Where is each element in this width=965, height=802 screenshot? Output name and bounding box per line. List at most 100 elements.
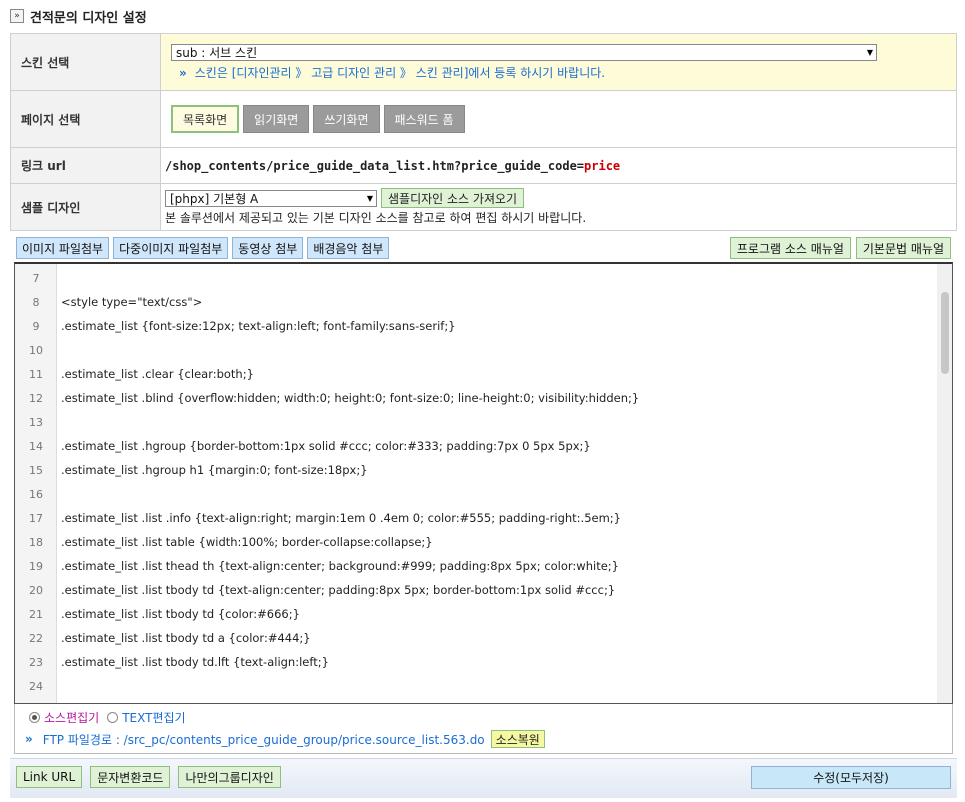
code-line: 17 .estimate_list .list .info {text-align…	[15, 506, 935, 530]
line-number: 7	[32, 271, 40, 285]
line-text: .estimate_list .list tbody td a {color:#…	[61, 631, 311, 645]
editor-options: 소스편집기 TEXT편집기 » FTP 파일경로 : /src_pc/conte…	[14, 704, 953, 754]
my-group-design-button[interactable]: 나만의그룹디자인	[178, 766, 281, 788]
image-attach-button[interactable]: 이미지 파일첨부	[16, 237, 110, 259]
skin-row: 스킨 선택 sub : 서브 스킨 ▼ » 스킨은 [디자인관리 》 고급 디자인…	[10, 33, 957, 91]
dropdown-arrow-icon: ▼	[366, 193, 373, 203]
sample-description: 본 솔루션에서 제공되고 있는 기본 디자인 소스를 참고로 하여 편집 하시기…	[165, 211, 587, 225]
video-attach-button[interactable]: 동영상 첨부	[232, 237, 304, 259]
line-number: 10	[29, 343, 43, 357]
link-url-button[interactable]: Link URL	[16, 766, 83, 788]
link-value-cell: /shop_contents/price_guide_data_list.htm…	[160, 147, 957, 184]
code-line: 22 .estimate_list .list tbody td a {color…	[15, 626, 935, 650]
manual-buttons: 프로그램 소스 매뉴얼 기본문법 매뉴얼	[729, 237, 951, 259]
tab-read-view[interactable]: 읽기화면	[243, 105, 310, 133]
line-number: 21	[29, 607, 43, 621]
code-line: 18 .estimate_list .list table {width:100%…	[15, 530, 935, 554]
code-editor[interactable]: 7 8 <style type="text/css"> 9 .estimate_list…	[14, 262, 953, 704]
sample-select[interactable]: [phpx] 기본형 A ▼	[165, 189, 377, 207]
line-number: 15	[29, 463, 43, 477]
sample-label: 샘플 디자인	[10, 183, 161, 231]
line-text: .estimate_list .blind {overflow:hidden; …	[61, 391, 640, 405]
line-text: .estimate_list .list .info {text-align:r…	[61, 511, 621, 525]
code-line: 16	[15, 482, 935, 506]
editor-mode-group: 소스편집기 TEXT편집기	[29, 709, 186, 726]
line-number: 16	[29, 487, 43, 501]
double-chevron-right-icon: »	[10, 9, 24, 23]
link-url-path: /shop_contents/price_guide_data_list.htm…	[165, 158, 585, 173]
sample-controls: [phpx] 기본형 A ▼ 샘플디자인 소스 가져오기	[165, 188, 956, 208]
line-number: 12	[29, 391, 43, 405]
line-number: 22	[29, 631, 43, 645]
line-number: 14	[29, 439, 43, 453]
text-editor-radio[interactable]	[107, 712, 119, 723]
hint-bullet-icon: »	[179, 65, 187, 80]
line-number: 23	[29, 655, 43, 669]
settings-table: 스킨 선택 sub : 서브 스킨 ▼ » 스킨은 [디자인관리 》 고급 디자인…	[10, 33, 957, 231]
line-number: 19	[29, 559, 43, 573]
sample-value-cell: [phpx] 기본형 A ▼ 샘플디자인 소스 가져오기 본 솔루션에서 제공되…	[160, 183, 957, 231]
code-line: 12 .estimate_list .blind {overflow:hidden…	[15, 386, 935, 410]
vertical-scrollbar[interactable]	[937, 264, 952, 703]
page-label: 페이지 선택	[10, 90, 161, 148]
skin-hint: » 스킨은 [디자인관리 》 고급 디자인 관리 》 스킨 관리]에서 등록 하시…	[179, 64, 956, 81]
code-line: 14 .estimate_list .hgroup {border-bottom:…	[15, 434, 935, 458]
restore-source-button[interactable]: 소스복원	[490, 730, 545, 748]
line-number: 13	[29, 415, 43, 429]
code-line: 21 .estimate_list .list tbody td {color:#…	[15, 602, 935, 626]
syntax-manual-button[interactable]: 기본문법 매뉴얼	[855, 237, 951, 259]
text-editor-label[interactable]: TEXT편집기	[122, 709, 185, 726]
code-line: 10	[15, 338, 935, 362]
line-number: 11	[29, 367, 43, 381]
source-editor-label[interactable]: 소스편집기	[44, 709, 99, 726]
line-number: 18	[29, 535, 43, 549]
line-number: 9	[32, 319, 40, 333]
code-line: 9 .estimate_list {font-size:12px; text-al…	[15, 314, 935, 338]
line-number: 17	[29, 511, 43, 525]
line-number: 8	[32, 295, 40, 309]
program-manual-button[interactable]: 프로그램 소스 매뉴얼	[729, 237, 851, 259]
ftp-path: » FTP 파일경로 : /src_pc/contents_price_guid…	[25, 730, 545, 748]
footer-left-buttons: Link URL 문자변환코드 나만의그룹디자인	[16, 766, 281, 788]
page-header: » 견적문의 디자인 설정	[10, 6, 147, 26]
skin-select-value: sub : 서브 스킨	[176, 45, 258, 60]
footer-right: 수정(모두저장)	[751, 766, 951, 789]
attach-buttons: 이미지 파일첨부 다중이미지 파일첨부 동영상 첨부 배경음악 첨부	[16, 237, 390, 259]
sample-row: 샘플 디자인 [phpx] 기본형 A ▼ 샘플디자인 소스 가져오기 본 솔루…	[10, 183, 957, 231]
code-line: 15 .estimate_list .hgroup h1 {margin:0; f…	[15, 458, 935, 482]
link-url-code: price	[584, 158, 621, 173]
line-text: .estimate_list .hgroup h1 {margin:0; fon…	[61, 463, 368, 477]
skin-label: 스킨 선택	[10, 33, 161, 91]
line-text: .estimate_list {font-size:12px; text-ali…	[61, 319, 456, 333]
scrollbar-thumb[interactable]	[941, 292, 949, 374]
code-line: 23 .estimate_list .list tbody td.lft {tex…	[15, 650, 935, 674]
page-row: 페이지 선택 목록화면 읽기화면 쓰기화면 패스워드 폼	[10, 90, 957, 148]
code-line: 8 <style type="text/css">	[15, 290, 935, 314]
link-url-text: /shop_contents/price_guide_data_list.htm…	[165, 159, 620, 173]
tab-list-view[interactable]: 목록화면	[171, 105, 240, 133]
save-all-button[interactable]: 수정(모두저장)	[751, 766, 951, 789]
line-text: .estimate_list .list tbody td.lft {text-…	[61, 655, 329, 669]
line-text: .estimate_list .clear {clear:both;}	[61, 367, 254, 381]
multi-image-attach-button[interactable]: 다중이미지 파일첨부	[113, 237, 229, 259]
char-convert-button[interactable]: 문자변환코드	[90, 766, 171, 788]
skin-value-cell: sub : 서브 스킨 ▼ » 스킨은 [디자인관리 》 고급 디자인 관리 》 …	[160, 33, 957, 91]
ftp-path-text: FTP 파일경로 : /src_pc/contents_price_guide_…	[42, 732, 485, 747]
code-line: 7	[15, 266, 935, 290]
skin-select[interactable]: sub : 서브 스킨 ▼	[171, 43, 877, 61]
line-text: <style type="text/css">	[61, 295, 203, 309]
bgm-attach-button[interactable]: 배경음악 첨부	[307, 237, 390, 259]
page-value-cell: 목록화면 읽기화면 쓰기화면 패스워드 폼	[160, 90, 957, 148]
tab-write-view[interactable]: 쓰기화면	[313, 105, 380, 133]
tab-password-form[interactable]: 패스워드 폼	[383, 105, 465, 133]
line-text: .estimate_list .list tbody td {color:#66…	[61, 607, 300, 621]
code-line: 11 .estimate_list .clear {clear:both;}	[15, 362, 935, 386]
link-row: 링크 url /shop_contents/price_guide_data_l…	[10, 147, 957, 184]
sample-select-value: [phpx] 기본형 A	[170, 191, 259, 206]
editor-toolbar: 이미지 파일첨부 다중이미지 파일첨부 동영상 첨부 배경음악 첨부 프로그램 …	[16, 237, 951, 259]
ftp-bullet-icon: »	[25, 732, 33, 746]
code-line: 19 .estimate_list .list thead th {text-al…	[15, 554, 935, 578]
fetch-sample-button[interactable]: 샘플디자인 소스 가져오기	[381, 188, 525, 208]
source-editor-radio[interactable]	[29, 712, 40, 723]
skin-hint-text: 스킨은 [디자인관리 》 고급 디자인 관리 》 스킨 관리]에서 등록 하시기…	[194, 65, 606, 80]
